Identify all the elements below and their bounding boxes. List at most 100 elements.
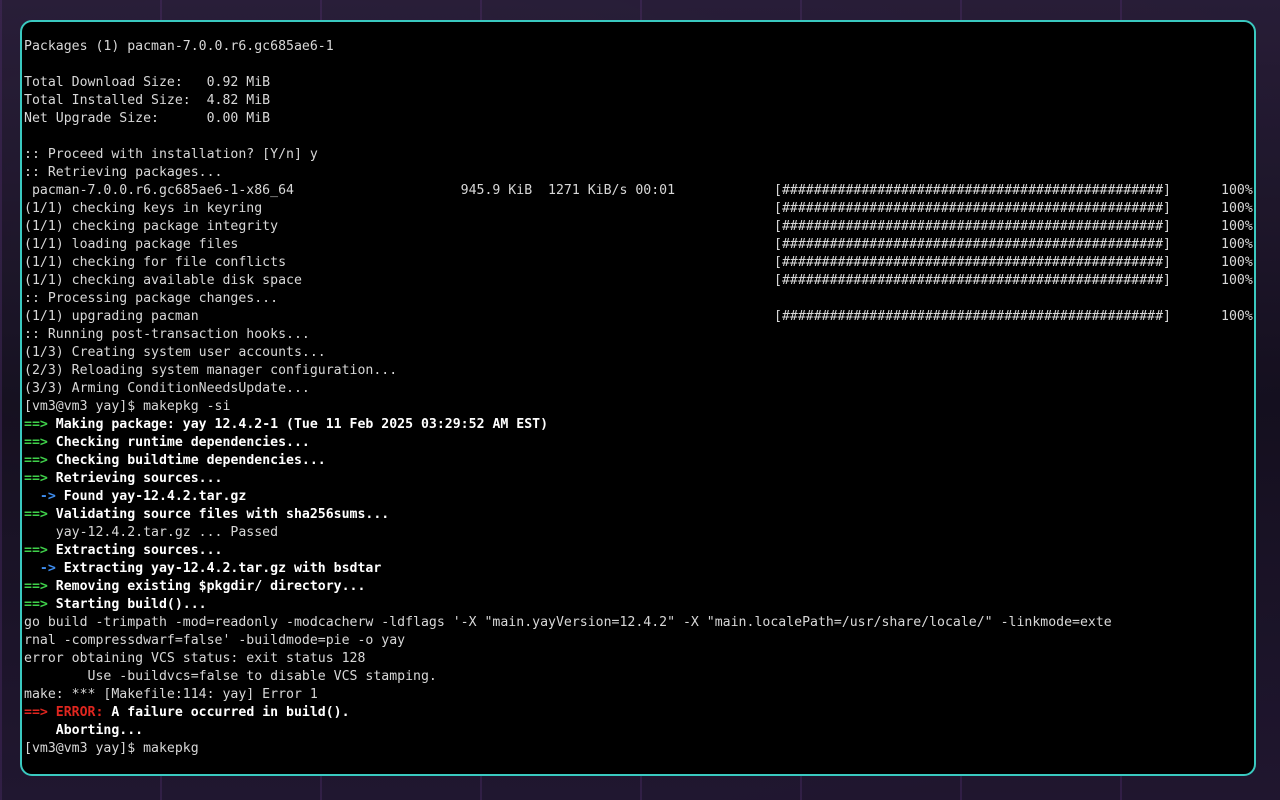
line-text: (1/3) Creating system user accounts... — [24, 345, 326, 360]
line-text: (1/1) checking for file conflicts — [24, 255, 287, 270]
terminal-line: ==> Validating source files with sha256s… — [24, 506, 1254, 524]
terminal-line: rnal -compressdwarf=false' -buildmode=pi… — [24, 632, 1254, 650]
progress-percent: 100% — [1221, 183, 1253, 198]
line-text: (1/1) upgrading pacman — [24, 309, 199, 324]
terminal-line: (1/1) checking keys in keyring [#########… — [24, 200, 1254, 218]
progress-bar: [#######################################… — [774, 255, 1171, 270]
terminal-line: [vm3@vm3 yay]$ makepkg — [24, 740, 1254, 758]
arrow-prefix: ==> — [24, 705, 48, 720]
terminal-line: make: *** [Makefile:114: yay] Error 1 — [24, 686, 1254, 704]
terminal-line: -> Found yay-12.4.2.tar.gz — [24, 488, 1254, 506]
line-text: (1/1) checking package integrity — [24, 219, 279, 234]
terminal-line: :: Running post-transaction hooks... — [24, 326, 1254, 344]
progress-bar: [#######################################… — [774, 273, 1171, 288]
line-text: Starting build()... — [47, 597, 207, 612]
arrow-prefix: ==> — [24, 417, 48, 432]
line-text: (3/3) Arming ConditionNeedsUpdate... — [24, 381, 310, 396]
error-label: ERROR: — [47, 705, 104, 720]
line-text: Checking buildtime dependencies... — [47, 453, 326, 468]
terminal-line: [vm3@vm3 yay]$ makepkg -si — [24, 398, 1254, 416]
terminal-line: Packages (1) pacman-7.0.0.r6.gc685ae6-1 — [24, 38, 1254, 56]
terminal-line: ==> Making package: yay 12.4.2-1 (Tue 11… — [24, 416, 1254, 434]
terminal-line: ==> Checking runtime dependencies... — [24, 434, 1254, 452]
line-text: [vm3@vm3 yay]$ makepkg — [24, 741, 199, 756]
terminal-line: ==> Extracting sources... — [24, 542, 1254, 560]
line-text: Aborting... — [24, 723, 144, 738]
terminal-line: (1/1) checking for file conflicts [######… — [24, 254, 1254, 272]
line-text: pacman-7.0.0.r6.gc685ae6-1-x86_64 945.9 … — [24, 183, 676, 198]
terminal-window[interactable]: Packages (1) pacman-7.0.0.r6.gc685ae6-1 T… — [20, 20, 1256, 776]
terminal-line: :: Retrieving packages... — [24, 164, 1254, 182]
progress-bar: [#######################################… — [774, 183, 1171, 198]
line-text: rnal -compressdwarf=false' -buildmode=pi… — [24, 633, 406, 648]
line-text: (1/1) checking available disk space — [24, 273, 302, 288]
terminal-line: :: Proceed with installation? [Y/n] y — [24, 146, 1254, 164]
line-text: A failure occurred in build(). — [103, 705, 350, 720]
arrow-prefix: ==> — [24, 507, 48, 522]
line-text: yay-12.4.2.tar.gz ... Passed — [24, 525, 279, 540]
line-text: Found yay-12.4.2.tar.gz — [55, 489, 247, 504]
progress-bar: [#######################################… — [774, 219, 1171, 234]
terminal-line: Aborting... — [24, 722, 1254, 740]
terminal-line: Total Installed Size: 4.82 MiB — [24, 92, 1254, 110]
line-text: :: Processing package changes... — [24, 291, 279, 306]
progress-percent: 100% — [1221, 273, 1253, 288]
progress-percent: 100% — [1221, 237, 1253, 252]
terminal-line: ==> Checking buildtime dependencies... — [24, 452, 1254, 470]
line-text: Removing existing $pkgdir/ directory... — [47, 579, 366, 594]
terminal-line: pacman-7.0.0.r6.gc685ae6-1-x86_64 945.9 … — [24, 182, 1254, 200]
progress-percent: 100% — [1221, 219, 1253, 234]
line-text: make: *** [Makefile:114: yay] Error 1 — [24, 687, 318, 702]
terminal-line: (1/1) checking available disk space [####… — [24, 272, 1254, 290]
terminal-line: go build -trimpath -mod=readonly -modcac… — [24, 614, 1254, 632]
line-text: Extracting sources... — [47, 543, 223, 558]
progress-bar: [#######################################… — [774, 309, 1171, 324]
line-text: :: Running post-transaction hooks... — [24, 327, 310, 342]
terminal-output[interactable]: Packages (1) pacman-7.0.0.r6.gc685ae6-1 T… — [24, 38, 1254, 774]
line-text: Total Installed Size: 4.82 MiB — [24, 93, 271, 108]
terminal-line: ==> Retrieving sources... — [24, 470, 1254, 488]
line-text: go build -trimpath -mod=readonly -modcac… — [24, 615, 1112, 630]
terminal-line: Use -buildvcs=false to disable VCS stamp… — [24, 668, 1254, 686]
line-text: Extracting yay-12.4.2.tar.gz with bsdtar — [55, 561, 382, 576]
terminal-line: yay-12.4.2.tar.gz ... Passed — [24, 524, 1254, 542]
progress-percent: 100% — [1221, 255, 1253, 270]
line-text: (1/1) loading package files — [24, 237, 239, 252]
terminal-line: ==> Starting build()... — [24, 596, 1254, 614]
terminal-line: (1/1) upgrading pacman [#################… — [24, 308, 1254, 326]
line-text: (1/1) checking keys in keyring — [24, 201, 263, 216]
line-text: :: Proceed with installation? [Y/n] y — [24, 147, 318, 162]
terminal-line: (2/3) Reloading system manager configura… — [24, 362, 1254, 380]
line-text: Packages (1) pacman-7.0.0.r6.gc685ae6-1 — [24, 39, 334, 54]
progress-percent: 100% — [1221, 309, 1253, 324]
terminal-line: ==> Removing existing $pkgdir/ directory… — [24, 578, 1254, 596]
terminal-line: Net Upgrade Size: 0.00 MiB — [24, 110, 1254, 128]
arrow-prefix: ==> — [24, 471, 48, 486]
arrow-prefix: ==> — [24, 435, 48, 450]
arrow-prefix: -> — [24, 489, 56, 504]
terminal-line: ==> ERROR: A failure occurred in build()… — [24, 704, 1254, 722]
terminal-line: Total Download Size: 0.92 MiB — [24, 74, 1254, 92]
progress-bar: [#######################################… — [774, 237, 1171, 252]
terminal-line: :: Processing package changes... — [24, 290, 1254, 308]
terminal-line: error obtaining VCS status: exit status … — [24, 650, 1254, 668]
terminal-line: (1/1) loading package files [############… — [24, 236, 1254, 254]
line-text: Checking runtime dependencies... — [47, 435, 310, 450]
arrow-prefix: ==> — [24, 579, 48, 594]
line-text: error obtaining VCS status: exit status … — [24, 651, 366, 666]
terminal-line: (1/3) Creating system user accounts... — [24, 344, 1254, 362]
progress-percent: 100% — [1221, 201, 1253, 216]
line-text: Use -buildvcs=false to disable VCS stamp… — [24, 669, 437, 684]
line-text: Validating source files with sha256sums.… — [47, 507, 390, 522]
terminal-line: (3/3) Arming ConditionNeedsUpdate... — [24, 380, 1254, 398]
line-text: :: Retrieving packages... — [24, 165, 223, 180]
terminal-line: -> Extracting yay-12.4.2.tar.gz with bsd… — [24, 560, 1254, 578]
line-text: [vm3@vm3 yay]$ makepkg -si — [24, 399, 231, 414]
arrow-prefix: ==> — [24, 597, 48, 612]
arrow-prefix: ==> — [24, 543, 48, 558]
terminal-line: (1/1) checking package integrity [#######… — [24, 218, 1254, 236]
progress-bar: [#######################################… — [774, 201, 1171, 216]
line-text: Retrieving sources... — [47, 471, 223, 486]
